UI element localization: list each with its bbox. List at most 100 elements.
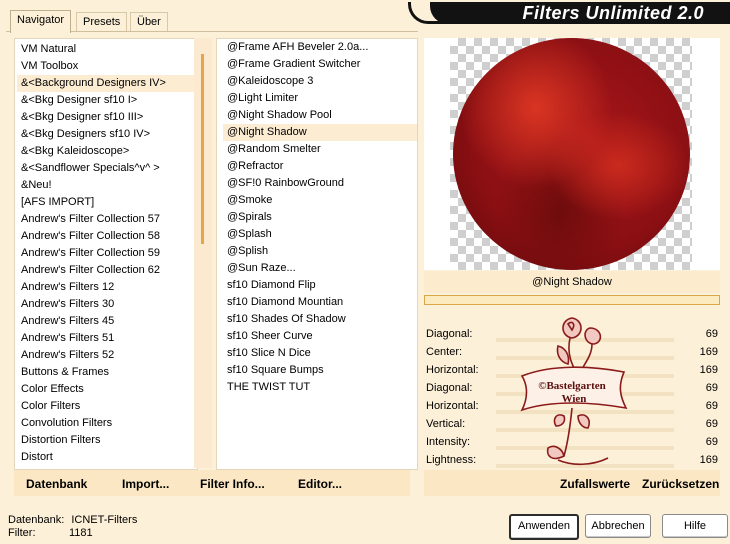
parameter-value: 69 [705,328,718,340]
category-item[interactable]: VM Natural [17,41,197,58]
category-item[interactable]: &<Bkg Designer sf10 III> [17,109,197,126]
category-item[interactable]: Color Effects [17,381,197,398]
category-item[interactable]: &<Background Designers IV> [17,75,197,92]
parameter-label: Diagonal: [426,328,473,340]
parameter-value: 169 [699,364,718,376]
category-item[interactable]: Andrew's Filter Collection 58 [17,228,197,245]
help-button[interactable]: Hilfe [662,514,728,538]
filter-info-button-label: Filter Info... [200,477,265,491]
category-item[interactable]: VM Toolbox [17,58,197,75]
database-button-label: Datenbank [26,477,88,491]
reset-button[interactable]: Zurücksetzen [642,477,719,491]
category-item[interactable]: &<Bkg Kaleidoscope> [17,143,197,160]
random-values-label: Zufallswerte [560,477,631,491]
status-filter: Filter: 1181 [8,527,93,539]
filter-items: @Frame AFH Beveler 2.0a... @Frame Gradien… [217,39,417,396]
category-item[interactable]: &<Bkg Designer sf10 I> [17,92,197,109]
parameter-value: 69 [705,400,718,412]
list-button-bar: Datenbank Import... Filter Info... Edito… [14,470,410,496]
category-item[interactable]: &<Sandflower Specials^v^ > [17,160,197,177]
filter-item[interactable]: @Splash [223,226,417,243]
status-filter-label: Filter: [8,527,36,539]
category-item[interactable]: Andrew's Filter Collection 57 [17,211,197,228]
filter-list[interactable]: @Frame AFH Beveler 2.0a... @Frame Gradien… [216,38,418,470]
tab-about[interactable]: Über [130,12,168,31]
parameter-label: Center: [426,346,463,358]
progress-bar [424,295,720,305]
category-scrollbar[interactable] [194,38,212,468]
parameter-value: 169 [699,454,718,466]
filter-item[interactable]: @Smoke [223,192,417,209]
parameter-label: Lightness: [426,454,477,466]
import-button[interactable]: Import... [122,477,169,491]
apply-button[interactable]: Anwenden [509,514,579,540]
category-item[interactable]: Andrew's Filters 45 [17,313,197,330]
filter-item[interactable]: sf10 Shades Of Shadow [223,311,417,328]
category-items: VM Natural VM Toolbox &<Background Designe… [15,41,197,466]
category-item[interactable]: Andrew's Filters 52 [17,347,197,364]
logo-text-line1: ©Bastelgarten [538,380,605,392]
parameter-value: 169 [699,346,718,358]
category-item[interactable]: Andrew's Filters 30 [17,296,197,313]
category-item[interactable]: Andrew's Filters 12 [17,279,197,296]
filter-item[interactable]: @Sun Raze... [223,260,417,277]
filter-item[interactable]: @SF!0 RainbowGround [223,175,417,192]
parameter-value: 69 [705,382,718,394]
category-scroll-thumb[interactable] [201,54,204,244]
category-item[interactable]: Color Filters [17,398,197,415]
filter-item[interactable]: @Random Smelter [223,141,417,158]
parameter-label: Horizontal: [426,400,479,412]
logo-text-line2: Wien [562,393,587,405]
database-button[interactable]: Datenbank [26,477,87,491]
filter-item[interactable]: sf10 Square Bumps [223,362,417,379]
import-button-label: Import... [122,477,170,491]
status-database: Datenbank: ICNET-Filters [8,514,137,526]
editor-button-label: Editor... [298,477,343,491]
preview-area [424,38,720,270]
title-bar: Filters Unlimited 2.0 [408,2,730,24]
filter-item[interactable]: sf10 Diamond Mountian [223,294,417,311]
filter-item[interactable]: @Spirals [223,209,417,226]
category-item[interactable]: Distortion Filters [17,432,197,449]
tab-navigator[interactable]: Navigator [10,10,72,33]
filter-item[interactable]: sf10 Sheer Curve [223,328,417,345]
parameter-label: Vertical: [426,418,466,430]
parameter-label: Horizontal: [426,364,479,376]
filter-item[interactable]: @Frame Gradient Switcher [223,56,417,73]
category-item[interactable]: Andrew's Filter Collection 59 [17,245,197,262]
filter-item[interactable]: @Night Shadow Pool [223,107,417,124]
category-item[interactable]: Andrew's Filter Collection 62 [17,262,197,279]
filter-item[interactable]: THE TWIST TUT [223,379,417,396]
preview-filter-name: @Night Shadow [424,271,720,293]
category-item[interactable]: Convolution Filters [17,415,197,432]
category-list[interactable]: VM Natural VM Toolbox &<Background Designe… [14,38,198,470]
category-item[interactable]: Andrew's Filters 51 [17,330,197,347]
category-item[interactable]: Distort [17,449,197,466]
filter-item[interactable]: @Kaleidoscope 3 [223,73,417,90]
param-button-bar: Zufallswerte Zurücksetzen [424,470,720,496]
category-item[interactable]: &Neu! [17,177,197,194]
filter-info-button[interactable]: Filter Info... [200,477,265,491]
filter-item[interactable]: @Refractor [223,158,417,175]
filter-item[interactable]: @Light Limiter [223,90,417,107]
category-item[interactable]: &<Bkg Designers sf10 IV> [17,126,197,143]
title-bar-curve [408,2,448,24]
parameter-value: 69 [705,418,718,430]
category-item[interactable]: Buttons & Frames [17,364,197,381]
filter-item[interactable]: @Night Shadow [223,124,417,141]
status-filter-value: 1181 [69,527,93,539]
status-db-value: ICNET-Filters [71,514,138,526]
cancel-button[interactable]: Abbrechen [585,514,651,538]
app-title: Filters Unlimited 2.0 [522,3,704,23]
filter-item[interactable]: @Splish [223,243,417,260]
parameter-label: Intensity: [426,436,471,448]
status-db-label: Datenbank: [8,514,65,526]
category-item[interactable]: [AFS IMPORT] [17,194,197,211]
tab-presets[interactable]: Presets [76,12,128,31]
filter-item[interactable]: sf10 Diamond Flip [223,277,417,294]
filter-item[interactable]: sf10 Slice N Dice [223,345,417,362]
preview-image [453,38,690,270]
random-values-button[interactable]: Zufallswerte [560,477,630,491]
editor-button[interactable]: Editor... [298,477,342,491]
filter-item[interactable]: @Frame AFH Beveler 2.0a... [223,39,417,56]
